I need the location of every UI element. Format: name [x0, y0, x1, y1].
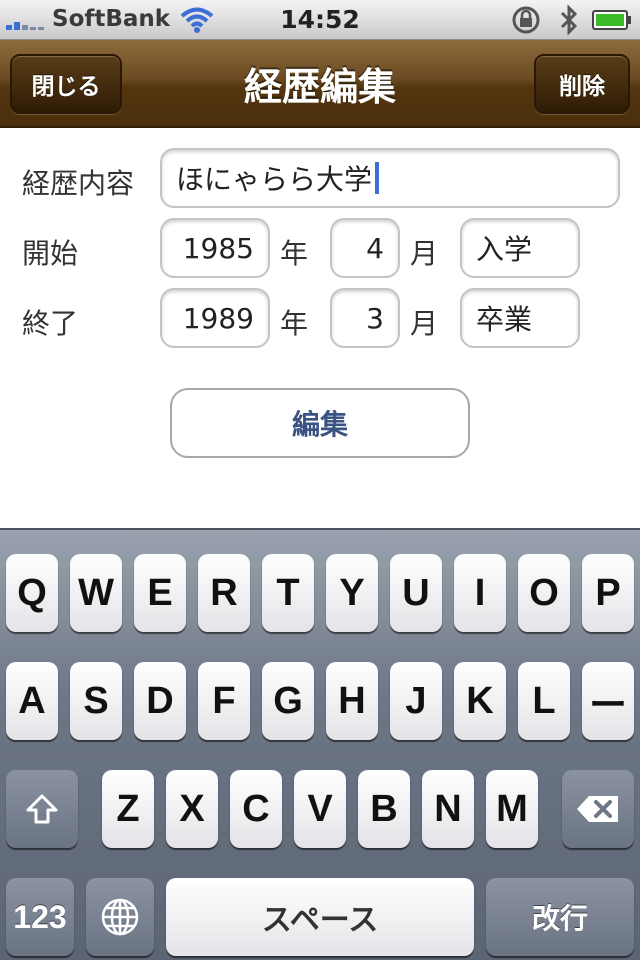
start-month-unit: 月	[410, 237, 439, 270]
key-c[interactable]: C	[230, 770, 282, 848]
start-year-unit: 年	[280, 237, 309, 270]
content-input[interactable]: ほにゃらら大学	[160, 148, 620, 208]
key-p[interactable]: P	[582, 554, 634, 632]
key-k[interactable]: K	[454, 662, 506, 740]
text-cursor	[375, 162, 380, 194]
start-year-input[interactable]: 1985	[160, 218, 270, 278]
start-note-input[interactable]: 入学	[460, 218, 580, 278]
keyboard: Q W E R T Y U I O P A S D F G H J K L ー …	[0, 528, 640, 960]
battery-icon	[592, 10, 631, 30]
globe-key[interactable]	[86, 878, 154, 956]
key-s[interactable]: S	[70, 662, 122, 740]
end-month-input[interactable]: 3	[330, 288, 400, 348]
key-w[interactable]: W	[70, 554, 122, 632]
rotation-lock-icon	[512, 6, 540, 34]
key-n[interactable]: N	[422, 770, 474, 848]
end-month-unit: 月	[410, 307, 439, 340]
bluetooth-icon	[560, 4, 578, 36]
start-label: 開始	[22, 237, 79, 270]
key-y[interactable]: Y	[326, 554, 378, 632]
key-long-vowel[interactable]: ー	[582, 662, 634, 740]
key-i[interactable]: I	[454, 554, 506, 632]
end-year-unit: 年	[280, 307, 309, 340]
career-edit-form: 経歴内容 ほにゃらら大学 開始 1985 年 4 月 入学 終了 1989 年 …	[0, 128, 640, 528]
shift-key[interactable]	[6, 770, 78, 848]
globe-icon	[101, 898, 139, 936]
key-v[interactable]: V	[294, 770, 346, 848]
key-z[interactable]: Z	[102, 770, 154, 848]
end-label: 終了	[22, 307, 79, 340]
backspace-icon	[577, 796, 618, 822]
key-h[interactable]: H	[326, 662, 378, 740]
delete-button[interactable]: 削除	[534, 54, 630, 114]
status-time: 14:52	[280, 5, 360, 34]
key-x[interactable]: X	[166, 770, 218, 848]
shift-icon	[26, 794, 58, 824]
navigation-bar: 閉じる 経歴編集 削除	[0, 40, 640, 128]
key-o[interactable]: O	[518, 554, 570, 632]
key-g[interactable]: G	[262, 662, 314, 740]
key-r[interactable]: R	[198, 554, 250, 632]
backspace-key[interactable]	[562, 770, 634, 848]
status-bar: SoftBank 14:52	[0, 0, 640, 40]
content-label: 経歴内容	[22, 167, 135, 200]
key-m[interactable]: M	[486, 770, 538, 848]
key-f[interactable]: F	[198, 662, 250, 740]
end-note-input[interactable]: 卒業	[460, 288, 580, 348]
key-a[interactable]: A	[6, 662, 58, 740]
return-key[interactable]: 改行	[486, 878, 634, 956]
key-d[interactable]: D	[134, 662, 186, 740]
key-q[interactable]: Q	[6, 554, 58, 632]
end-year-input[interactable]: 1989	[160, 288, 270, 348]
key-u[interactable]: U	[390, 554, 442, 632]
key-e[interactable]: E	[134, 554, 186, 632]
key-b[interactable]: B	[358, 770, 410, 848]
edit-button[interactable]: 編集	[170, 388, 470, 458]
start-month-input[interactable]: 4	[330, 218, 400, 278]
key-l[interactable]: L	[518, 662, 570, 740]
key-j[interactable]: J	[390, 662, 442, 740]
key-t[interactable]: T	[262, 554, 314, 632]
space-key[interactable]: スペース	[166, 878, 474, 956]
numbers-key[interactable]: 123	[6, 878, 74, 956]
content-input-value: ほにゃらら大学	[176, 163, 373, 196]
